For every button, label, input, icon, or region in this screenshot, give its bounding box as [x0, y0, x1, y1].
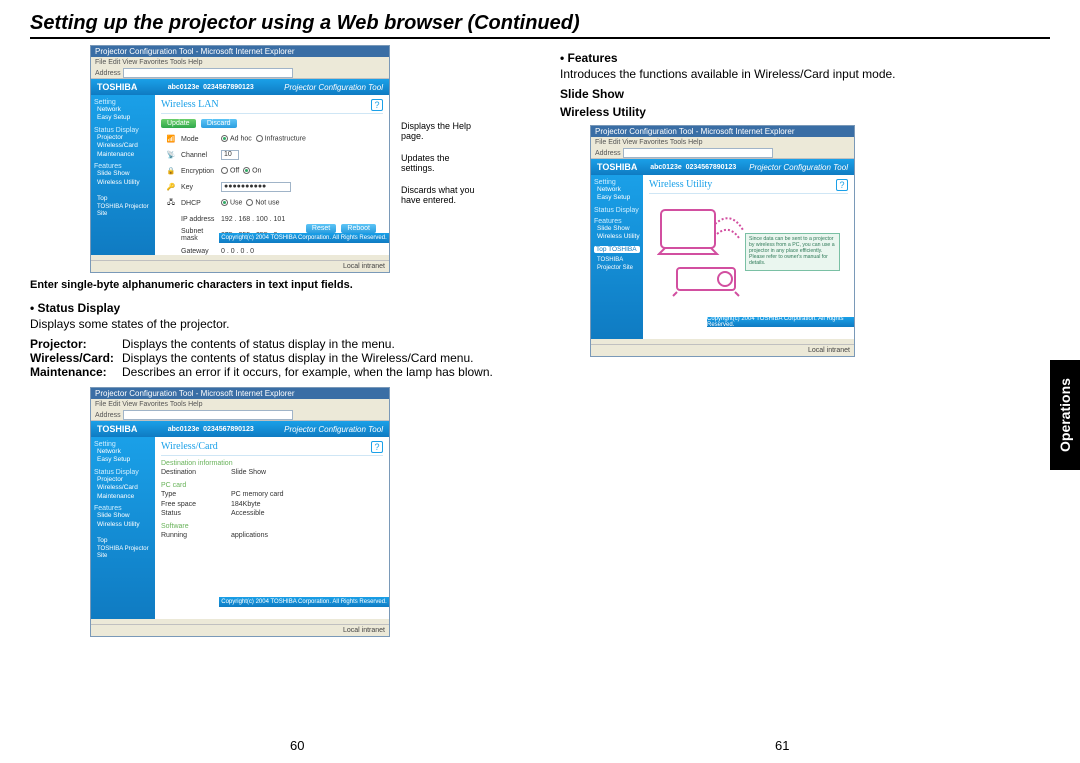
pane-title: Wireless/Card: [161, 441, 218, 453]
copyright-bar: Copyright(c) 2004 TOSHIBA Corporation. A…: [707, 317, 854, 327]
help-icon[interactable]: ?: [371, 99, 383, 111]
copyright-bar: Copyright(c) 2004 TOSHIBA Corporation. A…: [219, 233, 389, 243]
right-column: • Features Introduces the functions avai…: [540, 45, 1050, 637]
annotation-help: Displays the Help page.: [401, 122, 481, 142]
features-head: • Features: [560, 51, 1050, 65]
ie-toolbar: File Edit View Favorites Tools Help Addr…: [591, 137, 854, 159]
screenshot-wireless-lan: Projector Configuration Tool - Microsoft…: [90, 45, 390, 273]
definition-table: Projector:Displays the contents of statu…: [30, 337, 520, 379]
side-nav: SettingNetworkEasy Setup Status DisplayP…: [91, 95, 155, 255]
status-bar: Local intranet: [91, 260, 389, 272]
brand-bar: TOSHIBA abc0123e 0234567890123 Projector…: [591, 159, 854, 175]
ie-address-row: Address: [95, 68, 385, 78]
note-box: Since data can be sent to a projector by…: [745, 233, 840, 271]
nav-selected: Top TOSHIBA: [594, 246, 640, 253]
ie-menu: File Edit View Favorites Tools Help: [95, 401, 385, 408]
title-rule: [30, 37, 1050, 39]
screenshot-wireless-card: Projector Configuration Tool - Microsoft…: [90, 387, 390, 637]
status-bar: Local intranet: [91, 624, 389, 636]
pane-title: Wireless LAN: [161, 99, 219, 111]
main-pane: Wireless Utility?: [643, 175, 854, 339]
brand-bar: TOSHIBA abc0123e 0234567890123 Projector…: [91, 421, 389, 437]
page-number-right: 61: [775, 738, 789, 753]
section-label: Software: [161, 523, 383, 530]
side-tab-operations: Operations: [1050, 360, 1080, 470]
help-icon[interactable]: ?: [371, 441, 383, 453]
ie-menu: File Edit View Favorites Tools Help: [95, 59, 385, 66]
copyright-bar: Copyright(c) 2004 TOSHIBA Corporation. A…: [219, 597, 389, 607]
pane-title: Wireless Utility: [649, 179, 712, 191]
window-title: Projector Configuration Tool - Microsoft…: [591, 126, 854, 137]
section-label: PC card: [161, 482, 383, 489]
illustration: Since data can be sent to a projector by…: [649, 198, 848, 306]
update-button[interactable]: Update: [161, 119, 196, 128]
window-title: Projector Configuration Tool - Microsoft…: [91, 46, 389, 57]
page-title: Setting up the projector using a Web bro…: [0, 0, 1080, 35]
status-display-body: Displays some states of the projector.: [30, 317, 520, 331]
brand-text: TOSHIBA: [97, 82, 137, 92]
annotation-update: Updates the settings.: [401, 154, 481, 174]
screenshot-wireless-utility: Projector Configuration Tool - Microsoft…: [590, 125, 855, 357]
slide-show-label: Slide Show: [560, 87, 1050, 101]
section-label: Destination information: [161, 460, 383, 467]
status-display-head: • Status Display: [30, 301, 520, 315]
wireless-utility-label: Wireless Utility: [560, 105, 1050, 119]
annotation-discard: Discards what you have entered.: [401, 186, 481, 206]
side-nav: SettingNetworkEasy Setup Status Display …: [591, 175, 643, 339]
input-note: Enter single-byte alphanumeric character…: [30, 279, 520, 291]
main-pane: Wireless/Card? Destination information D…: [155, 437, 389, 619]
side-nav: SettingNetworkEasy Setup Status DisplayP…: [91, 437, 155, 619]
ie-toolbar: File Edit View Favorites Tools Help Addr…: [91, 57, 389, 79]
page-number-left: 60: [290, 738, 304, 753]
main-pane: Wireless LAN? Update Discard 📶ModeAd hoc…: [155, 95, 389, 255]
window-title: Projector Configuration Tool - Microsoft…: [91, 388, 389, 399]
help-icon[interactable]: ?: [836, 179, 848, 191]
ie-menu: File Edit View Favorites Tools Help: [595, 139, 850, 146]
ie-toolbar: File Edit View Favorites Tools Help Addr…: [91, 399, 389, 421]
features-body: Introduces the functions available in Wi…: [560, 67, 1050, 81]
reboot-button[interactable]: Reboot: [341, 224, 376, 233]
left-column: Projector Configuration Tool - Microsoft…: [30, 45, 540, 637]
reset-button[interactable]: Reset: [306, 224, 336, 233]
brand-bar: TOSHIBA abc0123e 0234567890123 Projector…: [91, 79, 389, 95]
discard-button[interactable]: Discard: [201, 119, 237, 128]
status-bar: Local intranet: [591, 344, 854, 356]
laptop-projector-icon: [657, 206, 745, 298]
app-title: Projector Configuration Tool: [284, 83, 383, 92]
